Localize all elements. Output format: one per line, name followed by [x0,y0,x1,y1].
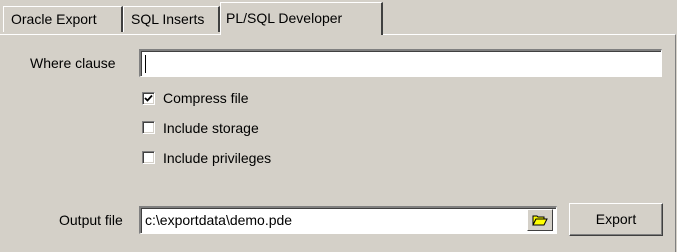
text-caret [145,55,146,73]
checkmark-icon [144,94,153,102]
folder-open-icon [532,215,548,226]
tab-sql-inserts[interactable]: SQL Inserts [123,6,220,32]
export-button[interactable]: Export [569,203,663,236]
compress-file-label[interactable]: Compress file [163,90,249,106]
output-file-input[interactable]: c:\exportdata\demo.pde [139,206,557,234]
tab-oracle-export[interactable]: Oracle Export [3,6,123,32]
browse-file-button[interactable] [527,209,553,231]
compress-file-box[interactable] [142,92,155,105]
where-clause-label: Where clause [30,55,116,71]
tab-pl-sql-developer[interactable]: PL/SQL Developer [220,2,383,35]
where-clause-input[interactable] [139,49,662,77]
include-privileges-box[interactable] [142,151,155,164]
include-privileges-label[interactable]: Include privileges [163,150,271,166]
output-file-value: c:\exportdata\demo.pde [145,212,293,228]
export-options-panel: Where clause Compress file Include stora… [0,34,676,252]
include-storage-label[interactable]: Include storage [163,120,259,136]
include-storage-box[interactable] [142,121,155,134]
output-file-label: Output file [59,212,123,228]
tab-strip: Oracle Export SQL Inserts PL/SQL Develop… [0,0,677,36]
